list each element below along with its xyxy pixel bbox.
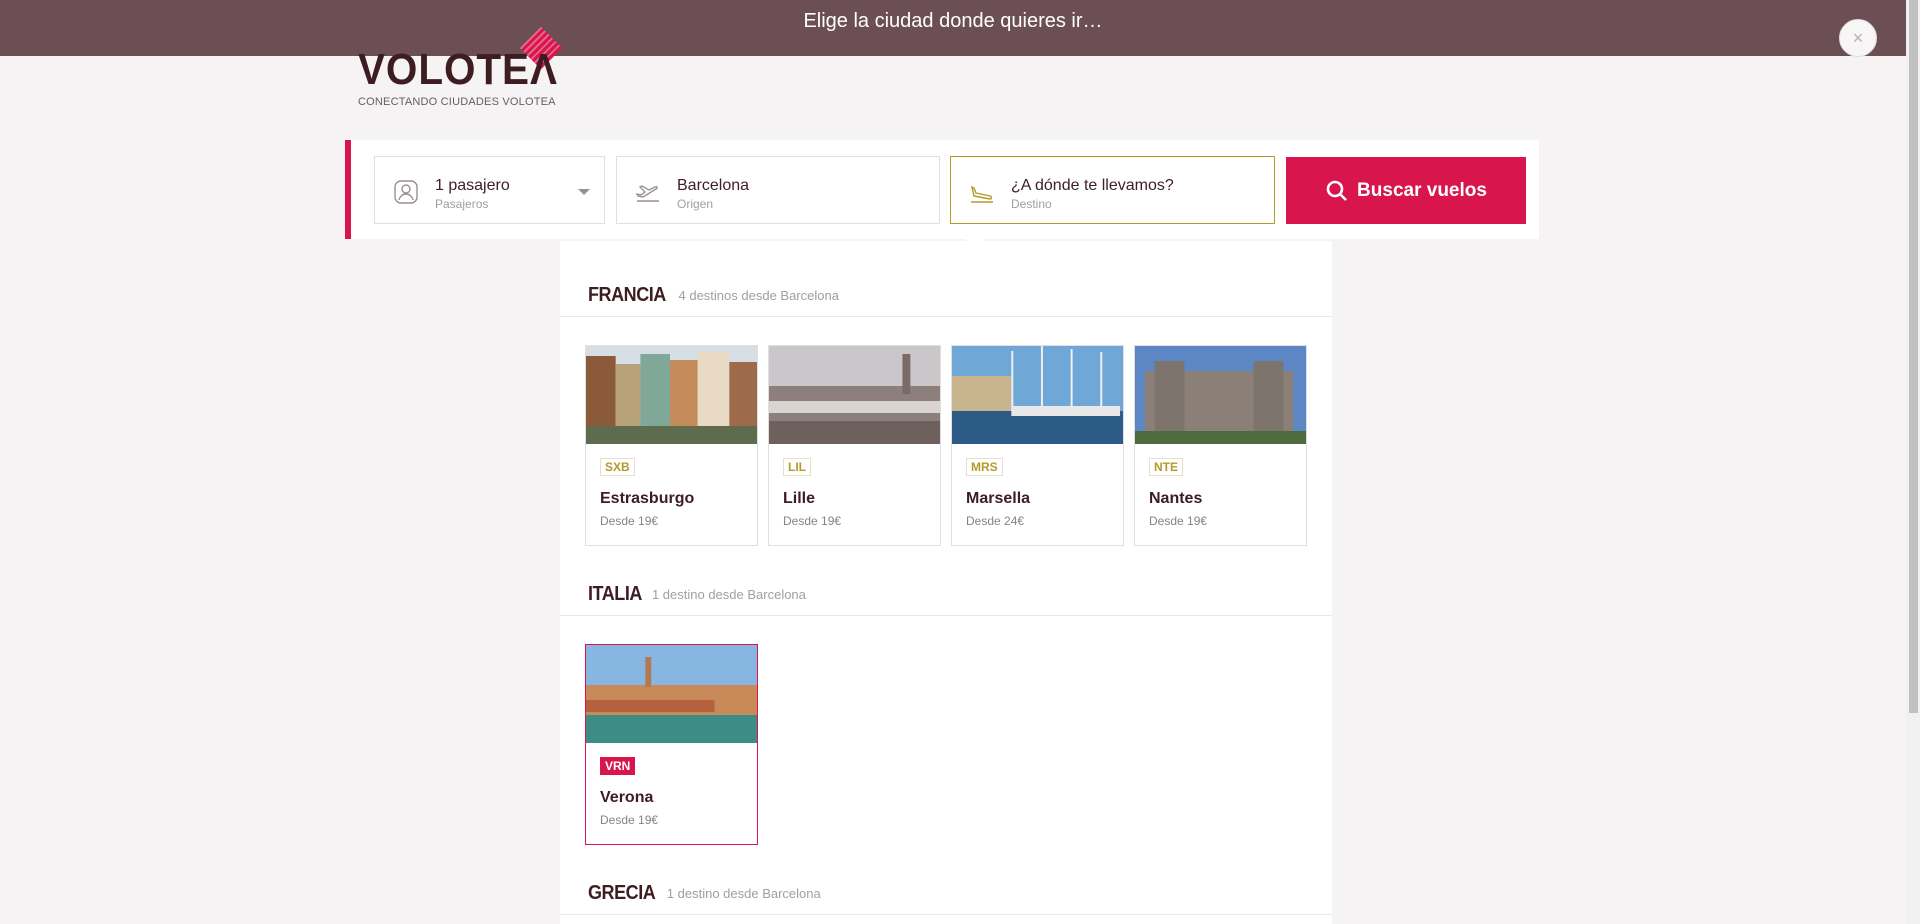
page-scrollbar[interactable]: [1906, 0, 1920, 924]
chevron-down-icon: [578, 189, 590, 195]
price-from: Desde 19€: [783, 514, 842, 528]
marseille-photo: [952, 346, 1123, 444]
city-name: Verona: [600, 789, 654, 806]
logo-wordmark: VOLOTEΛ: [358, 45, 558, 94]
destination-dropdown: FRANCIA 4 destinos desde Barcelona SXB E…: [560, 241, 1332, 924]
destination-card-vrn[interactable]: VRN Verona Desde 19€: [585, 644, 758, 845]
landing-icon: [970, 185, 993, 203]
country-section-francia: FRANCIA 4 destinos desde Barcelona: [560, 274, 1332, 317]
price-from: Desde 24€: [966, 514, 1025, 528]
destination-card-nte[interactable]: NTE Nantes Desde 19€: [1134, 345, 1307, 546]
banner-text: Elige la ciudad donde quieres ir…: [803, 10, 1103, 32]
iata-code: LIL: [783, 458, 811, 476]
iata-code: NTE: [1149, 458, 1183, 476]
city-name: Nantes: [1149, 490, 1203, 507]
city-name: Estrasburgo: [600, 490, 695, 507]
country-header: GRECIA 1 destino desde Barcelona: [560, 872, 1332, 915]
destination-card-mrs[interactable]: MRS Marsella Desde 24€: [951, 345, 1124, 546]
passenger-icon: [394, 180, 418, 204]
country-section-italia: ITALIA 1 destino desde Barcelona: [560, 573, 1332, 616]
country-name: GRECIA: [588, 881, 656, 904]
takeoff-icon: [635, 185, 659, 202]
city-name: Marsella: [966, 490, 1031, 507]
search-button-label: Buscar vuelos: [1357, 179, 1487, 201]
close-icon: ×: [1852, 28, 1864, 48]
country-destination-count: 1 destino desde Barcelona: [666, 885, 821, 901]
destination-field[interactable]: ¿A dónde te llevamos? Destino: [950, 156, 1275, 224]
origin-label: Origen: [677, 197, 714, 211]
scrollbar-thumb[interactable]: [1909, 0, 1918, 713]
country-header: FRANCIA 4 destinos desde Barcelona: [560, 274, 1332, 317]
origin-value: Barcelona: [677, 177, 750, 194]
country-destination-count: 1 destino desde Barcelona: [651, 586, 806, 602]
search-flights-button[interactable]: Buscar vuelos: [1286, 157, 1526, 224]
destination-placeholder: ¿A dónde te llevamos?: [1011, 177, 1174, 194]
passengers-value: 1 pasajero: [435, 177, 510, 194]
country-name: FRANCIA: [588, 283, 666, 306]
price-from: Desde 19€: [1149, 514, 1208, 528]
nantes-photo: [1135, 346, 1306, 444]
price-from: Desde 19€: [600, 514, 659, 528]
logo-tagline: CONECTANDO CIUDADES VOLOTEA: [358, 96, 556, 108]
destination-card-lil[interactable]: LIL Lille Desde 19€: [768, 345, 941, 546]
close-button[interactable]: ×: [1839, 19, 1877, 57]
strasbourg-photo: [586, 346, 757, 444]
origin-field[interactable]: Barcelona Origen: [616, 156, 940, 224]
country-destination-count: 4 destinos desde Barcelona: [678, 287, 839, 303]
price-from: Desde 19€: [600, 813, 659, 827]
city-name: Lille: [783, 490, 816, 507]
destination-card-sxb[interactable]: SXB Estrasburgo Desde 19€: [585, 345, 758, 546]
verona-photo: [586, 645, 757, 743]
iata-code: SXB: [600, 458, 635, 476]
flight-search-panel: 1 pasajero Pasajeros Barcelona Origen ¿A…: [345, 140, 1539, 239]
passengers-label: Pasajeros: [435, 197, 489, 211]
passengers-selector[interactable]: 1 pasajero Pasajeros: [374, 156, 605, 224]
instruction-banner: Elige la ciudad donde quieres ir…: [0, 0, 1906, 56]
country-name: ITALIA: [588, 582, 642, 605]
volotea-logo[interactable]: VOLOTEΛ CONECTANDO CIUDADES VOLOTEA: [358, 26, 575, 108]
country-header: ITALIA 1 destino desde Barcelona: [560, 573, 1332, 616]
country-section-grecia: GRECIA 1 destino desde Barcelona: [560, 872, 1332, 915]
destination-label: Destino: [1011, 197, 1052, 211]
lille-photo: [769, 346, 940, 444]
iata-code: VRN: [600, 757, 636, 775]
iata-code: MRS: [966, 458, 1003, 476]
search-icon: [1326, 180, 1347, 201]
